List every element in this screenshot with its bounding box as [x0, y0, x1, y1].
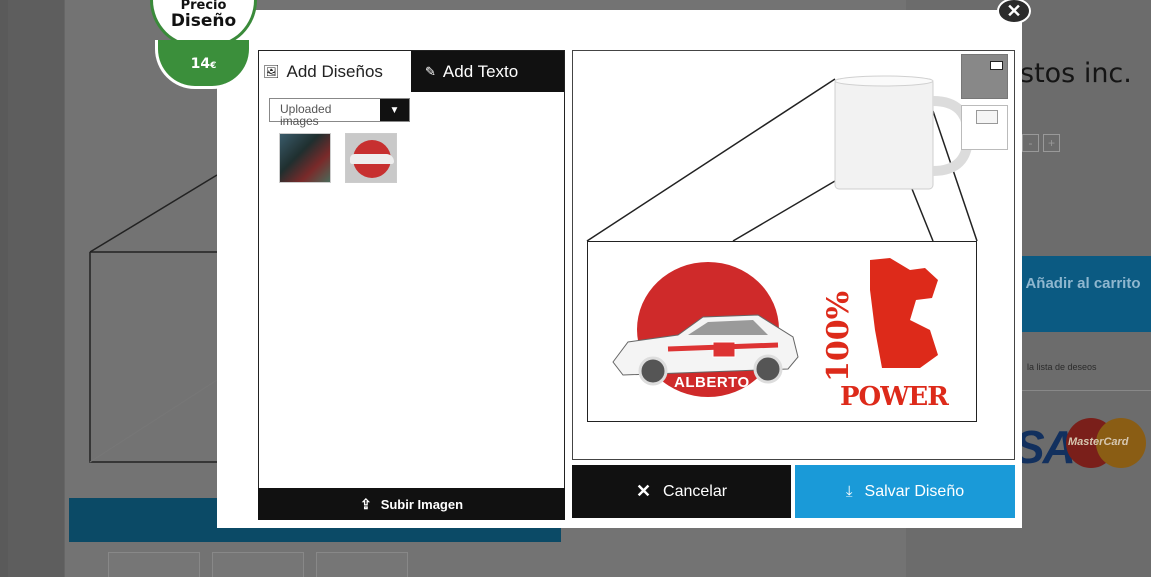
alberto-logo-text: ALBERTO: [674, 374, 750, 391]
price-label-line1: Precio: [180, 0, 227, 11]
background-product-title: stos inc.: [1020, 58, 1132, 89]
upload-icon: ⇪: [359, 495, 372, 512]
save-design-button-label: Salvar Diseño: [864, 482, 965, 500]
price-amount: 14: [190, 56, 211, 72]
background-add-to-cart-button: Añadir al carrito: [1015, 256, 1151, 332]
image-source-select[interactable]: Uploaded images ▼: [269, 98, 410, 127]
pen-icon: ✎: [425, 63, 436, 79]
qty-minus-button: -: [1022, 134, 1039, 152]
tab-add-designs-label: Add Diseños: [286, 61, 383, 81]
view-button-front[interactable]: [961, 54, 1008, 99]
price-value: 14€: [155, 40, 252, 89]
image-source-value: Uploaded images: [280, 102, 332, 128]
background-qty-stepper: - +: [1022, 134, 1060, 152]
mug-view-icon: [990, 61, 1003, 70]
editor-tabs: 🖼 Add Diseños ✎ Add Texto: [259, 51, 564, 92]
design-library-panel: 🖼 Add Diseños ✎ Add Texto Uploaded image…: [258, 50, 565, 520]
tab-add-text-label: Add Texto: [442, 61, 519, 81]
uploaded-image-thumbnail[interactable]: [345, 133, 397, 183]
background-visa-logo: SA: [1014, 421, 1076, 473]
cancel-button-label: Cancelar: [663, 482, 728, 500]
upload-image-button[interactable]: ⇪ Subir Imagen: [258, 488, 565, 520]
mug-view-icon: [976, 110, 998, 124]
tab-add-text[interactable]: ✎ Add Texto: [411, 51, 564, 92]
background-thumb: [212, 552, 304, 577]
mug-preview-panel: ALBERTO 100% POWER: [572, 50, 1015, 460]
design-print-area[interactable]: ALBERTO 100% POWER: [587, 241, 977, 422]
save-design-button[interactable]: ⤓ Salvar Diseño: [795, 465, 1015, 518]
view-button-back[interactable]: [961, 105, 1008, 150]
qty-plus-button: +: [1043, 134, 1060, 152]
uploaded-image-thumbnail[interactable]: [279, 133, 331, 183]
power-percent-text: 100%: [821, 290, 856, 382]
price-badge: Precio Diseño 14€: [150, 0, 257, 90]
background-wishlist-link: la lista de deseos: [1027, 362, 1097, 372]
thumb-logo-car: [350, 154, 394, 164]
close-icon: ✕: [1006, 0, 1022, 21]
close-icon: ✕: [635, 481, 652, 501]
background-thumb: [108, 552, 200, 577]
image-icon: 🖼: [263, 63, 280, 79]
background-thumb: [316, 552, 408, 577]
background-view-thumbnails: [108, 552, 408, 577]
chevron-down-icon[interactable]: ▼: [380, 99, 409, 121]
cancel-button[interactable]: ✕ Cancelar: [572, 465, 791, 518]
power-text: POWER: [840, 382, 949, 412]
download-icon: ⤓: [845, 483, 853, 500]
price-label-line2: Diseño: [170, 11, 237, 31]
upload-image-label: Subir Imagen: [380, 496, 464, 512]
background-divider: [1015, 390, 1151, 391]
background-mastercard-logo: MasterCard: [1066, 418, 1148, 468]
price-currency: €: [210, 61, 217, 71]
mastercard-label: MasterCard: [1068, 436, 1129, 448]
tab-add-designs[interactable]: 🖼 Add Diseños: [259, 51, 411, 92]
